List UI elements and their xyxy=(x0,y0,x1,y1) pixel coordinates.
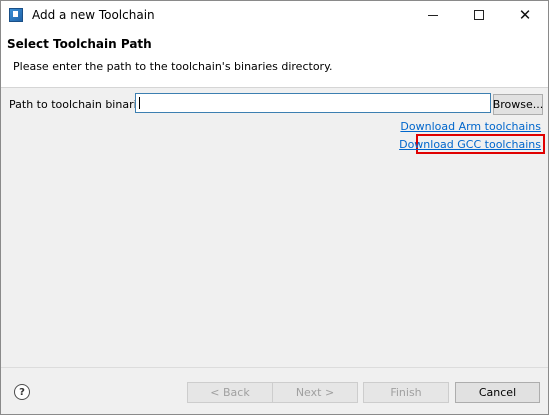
close-button[interactable]: ✕ xyxy=(502,1,548,29)
help-icon[interactable]: ? xyxy=(14,384,30,400)
title-bar: Add a new Toolchain ✕ xyxy=(1,1,548,29)
add-toolchain-dialog: Add a new Toolchain ✕ Select Toolchain P… xyxy=(0,0,549,415)
download-gcc-toolchains-link[interactable]: Download GCC toolchains xyxy=(399,138,541,151)
browse-button[interactable]: Browse... xyxy=(493,94,543,115)
toolchain-path-input[interactable] xyxy=(135,93,491,113)
window-title: Add a new Toolchain xyxy=(32,8,155,22)
minimize-button[interactable] xyxy=(410,1,456,29)
path-label: Path to toolchain binaries: xyxy=(9,98,153,111)
minimize-icon xyxy=(428,14,438,16)
wizard-header: Select Toolchain Path Please enter the p… xyxy=(1,29,548,88)
next-button[interactable]: Next > xyxy=(272,382,358,403)
page-title: Select Toolchain Path xyxy=(7,37,152,51)
app-icon xyxy=(9,8,23,22)
download-arm-toolchains-link[interactable]: Download Arm toolchains xyxy=(400,120,541,133)
close-icon: ✕ xyxy=(518,5,532,24)
text-caret xyxy=(139,97,140,109)
cancel-button[interactable]: Cancel xyxy=(455,382,540,403)
back-button[interactable]: < Back xyxy=(187,382,273,403)
maximize-button[interactable] xyxy=(456,1,502,29)
maximize-icon xyxy=(474,10,484,20)
finish-button[interactable]: Finish xyxy=(363,382,449,403)
page-description: Please enter the path to the toolchain's… xyxy=(13,60,333,73)
footer-separator xyxy=(1,367,548,368)
